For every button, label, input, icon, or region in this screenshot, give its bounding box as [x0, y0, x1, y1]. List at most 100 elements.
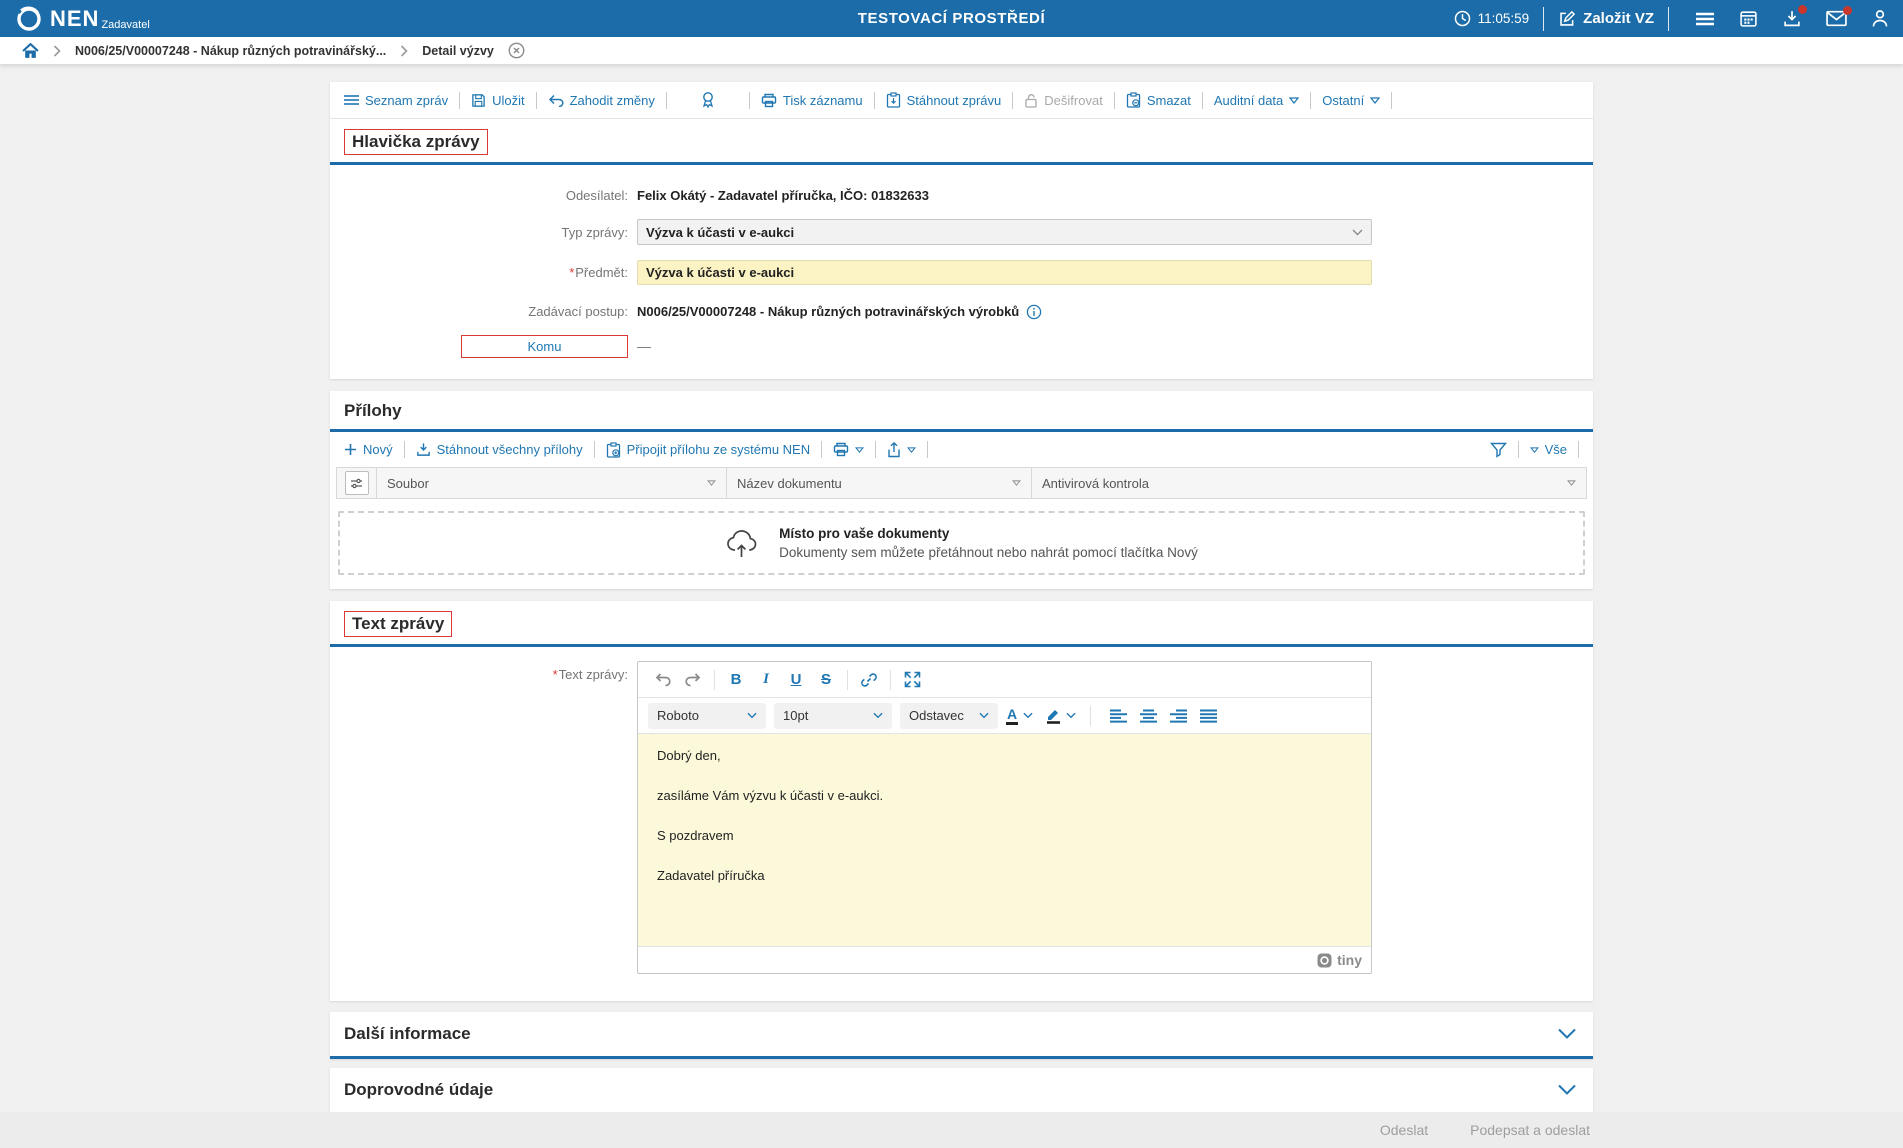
server-time: 11:05:59: [1454, 10, 1529, 27]
calendar-icon[interactable]: [1739, 9, 1758, 28]
strikethrough-button[interactable]: S: [811, 667, 841, 693]
unlock-icon: [1025, 93, 1037, 108]
breadcrumb-current[interactable]: Detail výzvy: [422, 44, 494, 58]
chevron-down-icon: [1066, 712, 1076, 719]
close-tab-icon[interactable]: [508, 42, 525, 59]
chevron-down-icon: [979, 712, 989, 719]
doprovodne-udaje-card: Doprovodné údaje: [330, 1068, 1593, 1112]
home-icon[interactable]: [22, 42, 39, 59]
column-header-nazev[interactable]: Název dokumentu: [727, 468, 1032, 498]
edit-icon: [1558, 10, 1576, 28]
message-list-button[interactable]: Seznam zpráv: [344, 93, 448, 108]
delete-button[interactable]: Smazat: [1126, 92, 1191, 108]
list-icon: [344, 95, 359, 105]
award-icon[interactable]: [700, 91, 716, 109]
mail-icon[interactable]: [1826, 6, 1852, 27]
align-left-icon[interactable]: [1103, 703, 1133, 729]
dropdown-triangle-icon: [907, 446, 917, 453]
highlighter-icon: [1047, 710, 1061, 724]
text-color-button[interactable]: A: [1006, 706, 1033, 725]
filter-icon[interactable]: [1489, 442, 1507, 458]
editor-line: Zadavatel příručka: [657, 868, 765, 883]
align-right-icon[interactable]: [1163, 703, 1193, 729]
breadcrumb: N006/25/V00007248 - Nákup různých potrav…: [0, 37, 1903, 64]
undo-icon[interactable]: [648, 667, 678, 693]
section-rule: [330, 644, 1593, 647]
expand-chevron-icon[interactable]: [1557, 1028, 1577, 1040]
italic-button[interactable]: I: [751, 667, 781, 693]
dropzone-title: Místo pro vaše dokumenty: [779, 526, 950, 541]
font-size-select[interactable]: 10pt: [774, 702, 892, 729]
komu-label-cell: Komu: [330, 334, 628, 358]
download-message-button[interactable]: Stáhnout zprávu: [886, 92, 1001, 108]
other-menu[interactable]: Ostatní: [1322, 93, 1381, 108]
export-attachments-menu[interactable]: [887, 441, 917, 458]
chevron-down-icon: [747, 712, 757, 719]
underline-button[interactable]: U: [781, 667, 811, 693]
komu-value: —: [637, 338, 651, 354]
brand-subtitle: Zadavatel: [101, 18, 150, 31]
downloads-badge: [1798, 5, 1807, 14]
attach-from-nen-button[interactable]: Připojit přílohu ze systému NEN: [606, 441, 810, 458]
attachments-table-header: Soubor Název dokumentu Antivirová kontro…: [336, 467, 1587, 499]
predmet-input[interactable]: Výzva k účasti v e-aukci: [637, 260, 1372, 285]
fullscreen-icon[interactable]: [897, 667, 927, 693]
chevron-down-icon: [873, 712, 883, 719]
discard-changes-button[interactable]: Zahodit změny: [548, 93, 655, 108]
info-icon[interactable]: [1026, 304, 1042, 320]
komu-link[interactable]: Komu: [461, 334, 628, 358]
printer-icon: [833, 442, 849, 457]
zadavaci-postup-value: N006/25/V00007248 - Nákup různých potrav…: [637, 304, 1020, 319]
create-vz-button[interactable]: Založit VZ: [1558, 10, 1654, 28]
attachments-dropzone[interactable]: Místo pro vaše dokumenty Dokumenty sem m…: [338, 511, 1585, 575]
audit-data-menu[interactable]: Auditní data: [1214, 93, 1300, 108]
share-icon: [888, 441, 900, 457]
save-icon: [472, 93, 485, 107]
link-icon[interactable]: [854, 667, 884, 693]
align-center-icon[interactable]: [1133, 703, 1163, 729]
column-filter-icon: [1012, 480, 1021, 486]
typ-zpravy-select[interactable]: Výzva k účasti v e-aukci: [637, 219, 1372, 245]
odesilatel-label: Odesílatel:: [565, 188, 628, 203]
align-justify-icon[interactable]: [1193, 703, 1223, 729]
download-all-attachments-button[interactable]: Stáhnout všechny přílohy: [416, 442, 583, 457]
sign-and-send-button[interactable]: Podepsat a odeslat: [1470, 1122, 1590, 1138]
column-settings-button[interactable]: [344, 471, 369, 495]
print-record-button[interactable]: Tisk záznamu: [761, 93, 863, 108]
decrypt-button[interactable]: Dešifrovat: [1024, 93, 1103, 108]
predmet-label: *Předmět:: [569, 265, 628, 280]
tinymce-brand[interactable]: tiny: [1337, 952, 1362, 968]
downloads-icon[interactable]: [1782, 5, 1807, 28]
sliders-icon: [351, 478, 362, 488]
print-attachments-menu[interactable]: [833, 442, 865, 457]
font-family-select[interactable]: Roboto: [648, 702, 766, 729]
menu-icon[interactable]: [1695, 11, 1715, 27]
cloud-upload-icon: [725, 528, 763, 558]
editor-line: zasíláme Vám výzvu k účasti v e-aukci.: [657, 788, 884, 803]
column-filter-icon: [707, 480, 716, 486]
redo-icon[interactable]: [678, 667, 708, 693]
breadcrumb-procedure[interactable]: N006/25/V00007248 - Nákup různých potrav…: [75, 44, 386, 58]
nen-logo[interactable]: NEN Zadavatel: [14, 3, 150, 34]
expand-chevron-icon[interactable]: [1557, 1084, 1577, 1096]
column-header-soubor[interactable]: Soubor: [377, 468, 727, 498]
column-header-antivir[interactable]: Antivirová kontrola: [1032, 468, 1586, 498]
top-header-bar: NEN Zadavatel TESTOVACÍ PROSTŘEDÍ 11:05:…: [0, 0, 1903, 37]
tinymce-logo-icon: [1317, 953, 1332, 967]
send-button[interactable]: Odeslat: [1380, 1122, 1428, 1138]
chevron-right-icon: [400, 44, 408, 57]
editor-content[interactable]: Dobrý den, zasíláme Vám výzvu k účasti v…: [638, 734, 1371, 946]
save-button[interactable]: Uložit: [471, 93, 525, 108]
filter-vse-menu[interactable]: Vše: [1529, 442, 1567, 457]
header-divider: [1543, 6, 1545, 31]
block-format-select[interactable]: Odstavec: [900, 702, 998, 729]
editor-line: Dobrý den,: [657, 748, 721, 763]
user-icon[interactable]: [1871, 9, 1889, 28]
bold-button[interactable]: B: [721, 667, 751, 693]
odesilatel-value: Felix Okátý - Zadavatel příručka, IČO: 0…: [637, 188, 929, 203]
plus-icon: [345, 444, 356, 455]
editor-toolbar-row2: Roboto 10pt Odstavec A: [638, 698, 1371, 734]
new-attachment-button[interactable]: Nový: [344, 442, 393, 457]
highlight-color-button[interactable]: [1045, 707, 1076, 724]
header-divider: [1668, 6, 1669, 31]
